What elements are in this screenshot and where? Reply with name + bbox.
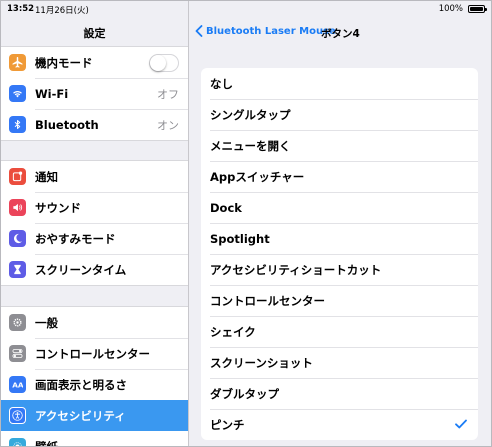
option-accessibility-shortcut[interactable]: アクセシビリティショートカット [201, 254, 478, 285]
sidebar-item-airplane-mode[interactable]: 機内モード [1, 47, 188, 78]
sidebar-item-label: 画面表示と明るさ [35, 378, 127, 392]
gear-icon [9, 314, 26, 331]
wifi-icon [9, 85, 26, 102]
wallpaper-icon [9, 438, 26, 446]
svg-text:AA: AA [12, 381, 23, 390]
sidebar-item-label: 一般 [35, 315, 58, 330]
sidebar-item-label: スクリーンタイム [35, 263, 127, 277]
sidebar-item-accessibility[interactable]: アクセシビリティ [1, 400, 188, 431]
checkmark-icon [455, 418, 467, 432]
sidebar-item-sounds[interactable]: サウンド [1, 192, 188, 223]
back-button[interactable]: Bluetooth Laser Mouse [195, 25, 336, 37]
option-app-switcher[interactable]: Appスイッチャー [201, 161, 478, 192]
sidebar-item-label: Wi-Fi [35, 87, 69, 101]
sidebar-item-display-brightness[interactable]: AA 画面表示と明るさ [1, 369, 188, 400]
option-label: Spotlight [210, 231, 270, 246]
sound-icon [9, 199, 26, 216]
sidebar-item-label: 機内モード [35, 55, 93, 70]
settings-window: 設定 機内モード Wi-Fi オフ Bluetooth オン 通知 サウンド お… [0, 0, 492, 447]
status-bar: 13:52 11月26日(火) 100% [1, 1, 491, 17]
detail-navigation-bar: Bluetooth Laser Mouse ボタン4 [189, 17, 491, 47]
airplane-icon [9, 54, 26, 71]
sidebar: 設定 機内モード Wi-Fi オフ Bluetooth オン 通知 サウンド お… [1, 1, 189, 446]
sidebar-item-label: アクセシビリティ [35, 409, 126, 423]
option-dock[interactable]: Dock [201, 192, 478, 223]
option-screenshot[interactable]: スクリーンショット [201, 347, 478, 378]
notifications-icon [9, 168, 26, 185]
sidebar-group-general: 一般 コントロールセンター AA 画面表示と明るさ アクセシビリティ 壁紙 [1, 306, 188, 447]
sidebar-title: 設定 [83, 27, 106, 40]
sidebar-item-control-center[interactable]: コントロールセンター [1, 338, 188, 369]
accessibility-icon [9, 407, 26, 424]
button-action-list: なし シングルタップ メニューを開く Appスイッチャー Dock Spotli… [201, 68, 478, 440]
airplane-mode-toggle[interactable] [149, 53, 179, 72]
page-title: ボタン4 [321, 28, 360, 40]
option-label: なし [210, 76, 233, 91]
option-single-tap[interactable]: シングルタップ [201, 99, 478, 130]
sidebar-item-label: Bluetooth [35, 118, 99, 132]
sidebar-item-label: コントロールセンター [35, 347, 150, 361]
sidebar-item-wifi[interactable]: Wi-Fi オフ [1, 78, 188, 109]
sidebar-item-notifications[interactable]: 通知 [1, 161, 188, 192]
option-label: シングルタップ [210, 107, 291, 122]
text-size-icon: AA [9, 376, 26, 393]
sidebar-item-label: おやすみモード [35, 232, 116, 246]
option-label: ピンチ [210, 417, 245, 432]
sidebar-item-label: 壁紙 [35, 440, 58, 447]
battery-percentage: 100% [438, 4, 463, 14]
option-label: アクセシビリティショートカット [210, 262, 382, 277]
hourglass-icon [9, 261, 26, 278]
status-time: 13:52 [7, 4, 35, 14]
bluetooth-icon [9, 116, 26, 133]
sidebar-item-bluetooth[interactable]: Bluetooth オン [1, 109, 188, 140]
option-double-tap[interactable]: ダブルタップ [201, 378, 478, 409]
bluetooth-status: オン [157, 119, 179, 132]
option-label: ダブルタップ [210, 386, 279, 401]
sidebar-group-notifications: 通知 サウンド おやすみモード スクリーンタイム [1, 160, 188, 286]
sidebar-item-label: サウンド [35, 201, 81, 215]
status-date: 11月26日(火) [35, 6, 89, 16]
option-label: メニューを開く [210, 138, 291, 153]
back-button-label: Bluetooth Laser Mouse [206, 25, 336, 37]
sidebar-item-label: 通知 [35, 169, 58, 184]
moon-icon [9, 230, 26, 247]
option-open-menu[interactable]: メニューを開く [201, 130, 478, 161]
sidebar-item-general[interactable]: 一般 [1, 307, 188, 338]
option-none[interactable]: なし [201, 68, 478, 99]
sidebar-item-wallpaper[interactable]: 壁紙 [1, 431, 188, 447]
option-label: Dock [210, 200, 242, 215]
battery-icon [468, 5, 487, 13]
sidebar-group-connectivity: 機内モード Wi-Fi オフ Bluetooth オン [1, 46, 188, 141]
option-pinch[interactable]: ピンチ [201, 409, 478, 440]
switches-icon [9, 345, 26, 362]
option-spotlight[interactable]: Spotlight [201, 223, 478, 254]
option-control-center[interactable]: コントロールセンター [201, 285, 478, 316]
sidebar-item-screen-time[interactable]: スクリーンタイム [1, 254, 188, 285]
option-label: Appスイッチャー [210, 169, 305, 184]
option-label: スクリーンショット [210, 355, 313, 370]
option-label: シェイク [210, 324, 256, 339]
chevron-left-icon [195, 25, 203, 37]
wifi-status: オフ [157, 88, 179, 101]
option-shake[interactable]: シェイク [201, 316, 478, 347]
sidebar-item-do-not-disturb[interactable]: おやすみモード [1, 223, 188, 254]
option-label: コントロールセンター [210, 293, 325, 308]
